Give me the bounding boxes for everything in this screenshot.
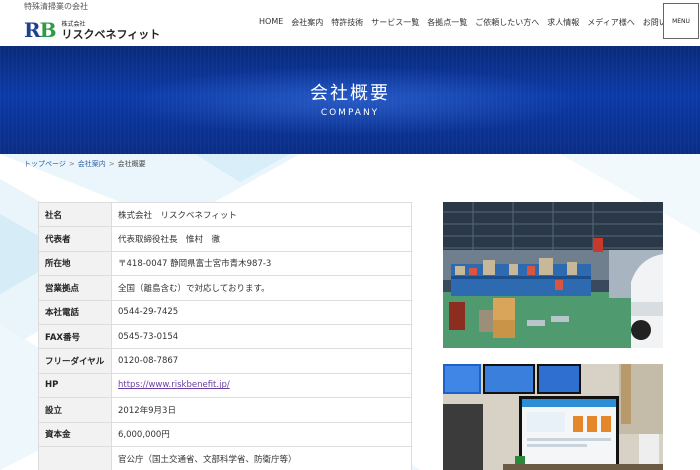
table-row: 代表者 代表取締役社長 惟村 徹 — [38, 226, 412, 252]
warehouse-photo — [443, 202, 663, 348]
table-row: 社名 株式会社 リスクベネフィット — [38, 201, 412, 228]
row-label: 設立 — [38, 397, 112, 423]
logo-company-name: リスクベネフィット — [61, 28, 161, 41]
row-value: 2012年9月3日 — [111, 397, 412, 423]
table-row: 営業拠点 全国（離島含む）で対応しております。 — [38, 275, 412, 301]
table-row: フリーダイヤル 0120-08-7867 — [38, 348, 412, 374]
row-label: 所在地 — [38, 250, 112, 277]
table-row: HP https://www.riskbenefit.jp/ — [38, 372, 412, 399]
page-title: 会社概要 — [310, 83, 390, 104]
breadcrumb-company[interactable]: 会社案内 — [78, 160, 106, 168]
table-row: FAX番号 0545-73-0154 — [38, 323, 412, 350]
row-value: https://www.riskbenefit.jp/ — [111, 372, 412, 399]
nav-media[interactable]: メディア様へ — [587, 17, 634, 28]
row-value: 〒418-0047 静岡県富士宮市青木987-3 — [111, 250, 412, 277]
row-label: HP — [38, 372, 112, 399]
row-label: 社名 — [38, 201, 112, 228]
row-value: 6,000,000円 — [111, 421, 412, 447]
page-hero: 会社概要 COMPANY — [0, 46, 700, 154]
table-row: 官公庁（国土交通省、文部科学省、防衛庁等） — [38, 445, 412, 470]
nav-contact[interactable]: お問い合 — [643, 17, 663, 28]
row-label: 代表者 — [38, 226, 112, 252]
row-label: 営業拠点 — [38, 275, 112, 301]
company-logo[interactable]: RB 株式会社 リスクベネフィット — [24, 14, 160, 40]
row-label: 資本金 — [38, 421, 112, 447]
nav-services[interactable]: サービス一覧 — [371, 17, 419, 28]
company-info-table: 社名 株式会社 リスクベネフィット 代表者 代表取締役社長 惟村 徹 所在地 〒… — [38, 201, 412, 470]
site-header: 特殊清掃業の会社 RB 株式会社 リスクベネフィット HOME 会社案内 特許技… — [0, 0, 700, 46]
row-value: 全国（離島含む）で対応しております。 — [111, 275, 412, 301]
table-row: 所在地 〒418-0047 静岡県富士宮市青木987-3 — [38, 250, 412, 277]
nav-locations[interactable]: 各拠点一覧 — [427, 17, 467, 28]
page-subtitle: COMPANY — [320, 108, 380, 118]
row-label: フリーダイヤル — [38, 348, 112, 374]
menu-button[interactable]: MENU — [663, 3, 699, 39]
row-value: 株式会社 リスクベネフィット — [111, 201, 412, 228]
logo-mark: RB — [24, 18, 57, 42]
row-label: FAX番号 — [38, 323, 112, 350]
row-value: 0545-73-0154 — [111, 323, 412, 350]
nav-patent[interactable]: 特許技術 — [331, 17, 363, 28]
nav-company[interactable]: 会社案内 — [291, 17, 323, 28]
row-label: 本社電話 — [38, 299, 112, 325]
breadcrumb: トップページ > 会社案内 > 会社概要 — [24, 160, 146, 168]
nav-home[interactable]: HOME — [259, 17, 283, 28]
nav-recruit[interactable]: 求人情報 — [547, 17, 579, 28]
table-row: 設立 2012年9月3日 — [38, 397, 412, 423]
breadcrumb-current: 会社概要 — [117, 160, 146, 168]
table-row: 資本金 6,000,000円 — [38, 421, 412, 447]
breadcrumb-top[interactable]: トップページ — [24, 160, 66, 168]
office-photo — [443, 364, 663, 470]
site-tagline: 特殊清掃業の会社 — [24, 2, 88, 11]
nav-for-clients[interactable]: ご依頼したい方へ — [475, 17, 539, 28]
row-value: 0544-29-7425 — [111, 299, 412, 325]
row-value: 代表取締役社長 惟村 徹 — [111, 226, 412, 252]
homepage-link[interactable]: https://www.riskbenefit.jp/ — [118, 380, 230, 390]
row-label — [38, 445, 112, 470]
row-value: 0120-08-7867 — [111, 348, 412, 374]
row-value: 官公庁（国土交通省、文部科学省、防衛庁等） — [111, 445, 412, 470]
table-row: 本社電話 0544-29-7425 — [38, 299, 412, 325]
main-nav: HOME 会社案内 特許技術 サービス一覧 各拠点一覧 ご依頼したい方へ 求人情… — [259, 17, 663, 28]
